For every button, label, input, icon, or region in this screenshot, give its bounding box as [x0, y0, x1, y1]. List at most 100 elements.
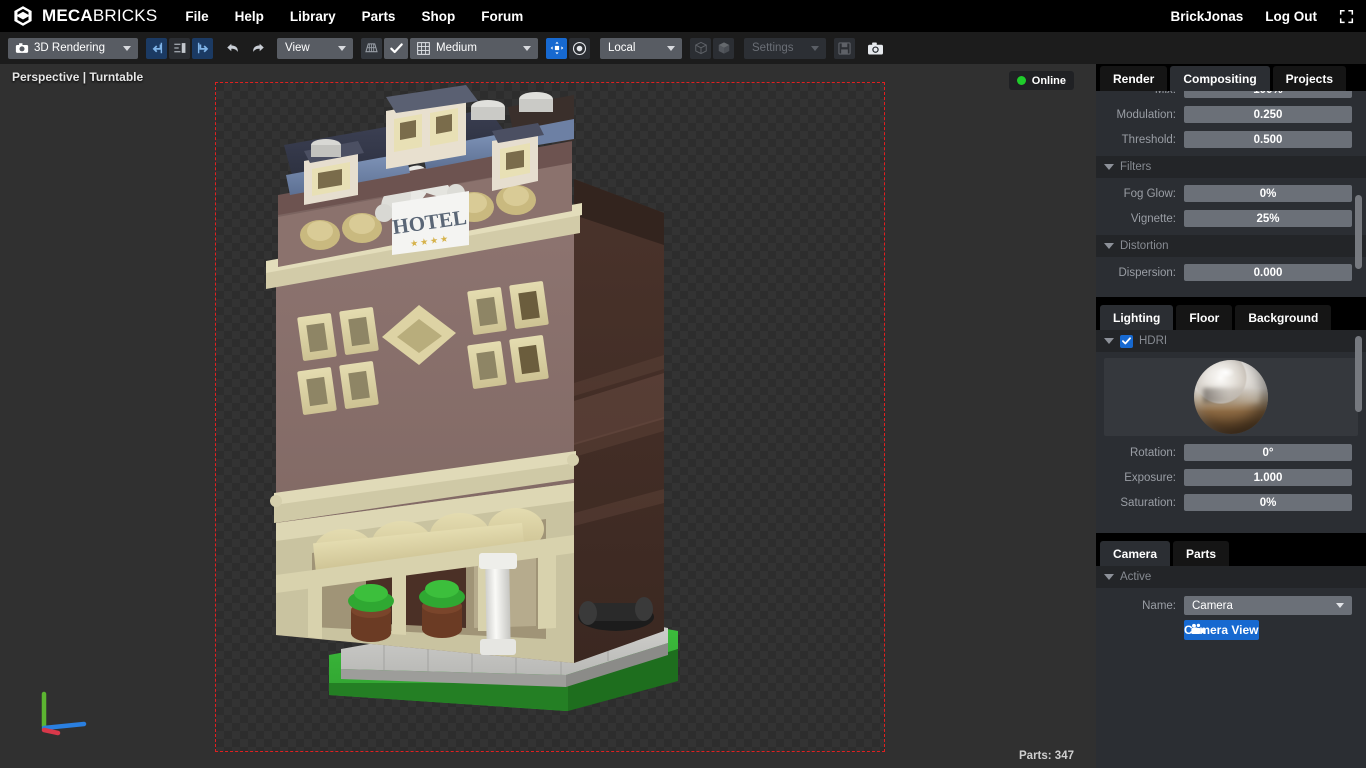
camera-view-row: Camera View: [1096, 618, 1366, 642]
camera-tabs: Camera Parts: [1096, 539, 1366, 566]
menu-item-shop[interactable]: Shop: [421, 9, 455, 24]
brand-logo-group[interactable]: MECABRICKS: [12, 5, 157, 27]
tab-camera[interactable]: Camera: [1100, 541, 1171, 566]
grid-floor-button[interactable]: [361, 37, 382, 59]
render-tabs: Render Compositing Projects: [1096, 64, 1366, 91]
distortion-section-title: Distortion: [1120, 240, 1169, 252]
history-group: [223, 38, 269, 59]
wireframe-box-button[interactable]: [690, 37, 711, 59]
online-status-label: Online: [1031, 74, 1066, 87]
hdri-chrome-sphere-preview: [1194, 360, 1268, 434]
saturation-field[interactable]: 0%: [1184, 494, 1352, 511]
tab-background[interactable]: Background: [1235, 305, 1332, 330]
threshold-field[interactable]: 0.500: [1184, 131, 1352, 148]
exposure-row: Exposure: 1.000: [1096, 465, 1366, 490]
chevron-down-icon: [811, 45, 819, 51]
hdri-preview[interactable]: [1104, 358, 1358, 436]
move-gizmo-button[interactable]: [546, 37, 567, 59]
modulation-field[interactable]: 0.250: [1184, 106, 1352, 123]
vignette-row: Vignette: 25%: [1096, 206, 1366, 231]
saturation-row: Saturation: 0%: [1096, 490, 1366, 515]
settings-label: Settings: [752, 42, 794, 54]
floppy-save-icon: [838, 41, 851, 55]
settings-dropdown[interactable]: Settings: [744, 37, 826, 59]
compositing-panel: Mix: 100% Modulation: 0.250 Threshold: 0…: [1096, 91, 1366, 297]
menu-item-library[interactable]: Library: [290, 9, 336, 24]
snapshot-button[interactable]: [865, 38, 886, 59]
camera-name-select[interactable]: Camera: [1184, 596, 1352, 615]
redo-button[interactable]: [246, 38, 267, 59]
tab-render[interactable]: Render: [1100, 66, 1168, 91]
menu-item-forum[interactable]: Forum: [481, 9, 523, 24]
camera-snapshot-icon: [868, 42, 883, 54]
fog-glow-label: Fog Glow:: [1123, 187, 1176, 200]
import-icon-button[interactable]: [146, 37, 167, 59]
solid-box-button[interactable]: [713, 37, 734, 59]
solid-box-icon: [718, 42, 729, 54]
dispersion-field[interactable]: 0.000: [1184, 264, 1352, 281]
filters-section-header[interactable]: Filters: [1096, 156, 1366, 178]
exposure-label: Exposure:: [1124, 471, 1176, 484]
chevron-down-icon: [123, 45, 131, 51]
collapse-triangle-icon: [1104, 338, 1114, 344]
checkmark-icon: [389, 42, 403, 53]
redo-icon: [252, 43, 264, 52]
hdri-section-header[interactable]: HDRI: [1096, 330, 1366, 352]
menu-item-parts[interactable]: Parts: [362, 9, 396, 24]
menu-item-help[interactable]: Help: [235, 9, 264, 24]
exposure-field[interactable]: 1.000: [1184, 469, 1352, 486]
confirm-button[interactable]: [384, 37, 408, 59]
tab-compositing[interactable]: Compositing: [1170, 66, 1270, 91]
dispersion-row: Dispersion: 0.000: [1096, 260, 1366, 285]
collapse-triangle-icon: [1104, 164, 1114, 170]
mix-row: Mix: 100%: [1096, 91, 1366, 102]
collapse-triangle-icon: [1104, 243, 1114, 249]
status-badge: Online: [1008, 71, 1074, 90]
menu-item-file[interactable]: File: [185, 9, 208, 24]
lighting-panel: HDRI Rotation: 0° Exposure: 1.000 Satura…: [1096, 330, 1366, 533]
vignette-field[interactable]: 25%: [1184, 210, 1352, 227]
orientation-dropdown[interactable]: Local: [600, 37, 682, 59]
compositing-scrollbar[interactable]: [1355, 195, 1362, 269]
brand-text: MECABRICKS: [42, 6, 157, 26]
username-link[interactable]: BrickJonas: [1170, 9, 1243, 24]
mecabricks-hexagon-logo: [14, 6, 32, 26]
camera-view-button[interactable]: Camera View: [1184, 620, 1259, 640]
rotate-gizmo-button[interactable]: [569, 37, 590, 59]
threshold-label: Threshold:: [1121, 133, 1176, 146]
logout-link[interactable]: Log Out: [1265, 9, 1317, 24]
fullscreen-expand-icon[interactable]: [1339, 9, 1354, 24]
align-icon-button[interactable]: [169, 37, 190, 59]
view-dropdown[interactable]: View: [277, 37, 353, 59]
mix-field[interactable]: 100%: [1184, 91, 1352, 98]
tab-parts[interactable]: Parts: [1173, 541, 1230, 566]
mode-dropdown[interactable]: 3D Rendering: [8, 37, 138, 59]
undo-button[interactable]: [223, 38, 244, 59]
fog-glow-field[interactable]: 0%: [1184, 185, 1352, 202]
chevron-down-icon: [1336, 603, 1344, 608]
lighting-scrollbar[interactable]: [1355, 336, 1362, 412]
rotation-field[interactable]: 0°: [1184, 444, 1352, 461]
axis-gizmo: [41, 691, 87, 736]
tab-projects[interactable]: Projects: [1272, 66, 1347, 91]
hdri-section-title: HDRI: [1139, 335, 1168, 347]
tab-floor[interactable]: Floor: [1176, 305, 1233, 330]
top-menu-bar: MECABRICKS File Help Library Parts Shop …: [0, 0, 1366, 32]
vignette-label: Vignette:: [1130, 212, 1176, 225]
active-section-header[interactable]: Active: [1096, 566, 1366, 588]
render-region[interactable]: HOTEL ★★★★: [215, 82, 885, 752]
hdri-checkbox[interactable]: [1120, 334, 1133, 348]
distortion-section-header[interactable]: Distortion: [1096, 235, 1366, 257]
dormer-right: [492, 123, 544, 191]
undo-icon: [226, 43, 238, 52]
tab-lighting[interactable]: Lighting: [1100, 305, 1174, 330]
mode-label: 3D Rendering: [34, 42, 105, 54]
3d-viewport[interactable]: Perspective | Turntable Online Parts: 34…: [0, 64, 1096, 768]
export-icon-button[interactable]: [192, 37, 213, 59]
chevron-down-icon: [338, 45, 346, 51]
save-button[interactable]: [834, 37, 855, 59]
orientation-label: Local: [608, 42, 636, 54]
collapse-triangle-icon: [1104, 574, 1114, 580]
main-nav: File Help Library Parts Shop Forum: [185, 9, 523, 24]
camera-name-row: Name: Camera: [1096, 593, 1366, 618]
